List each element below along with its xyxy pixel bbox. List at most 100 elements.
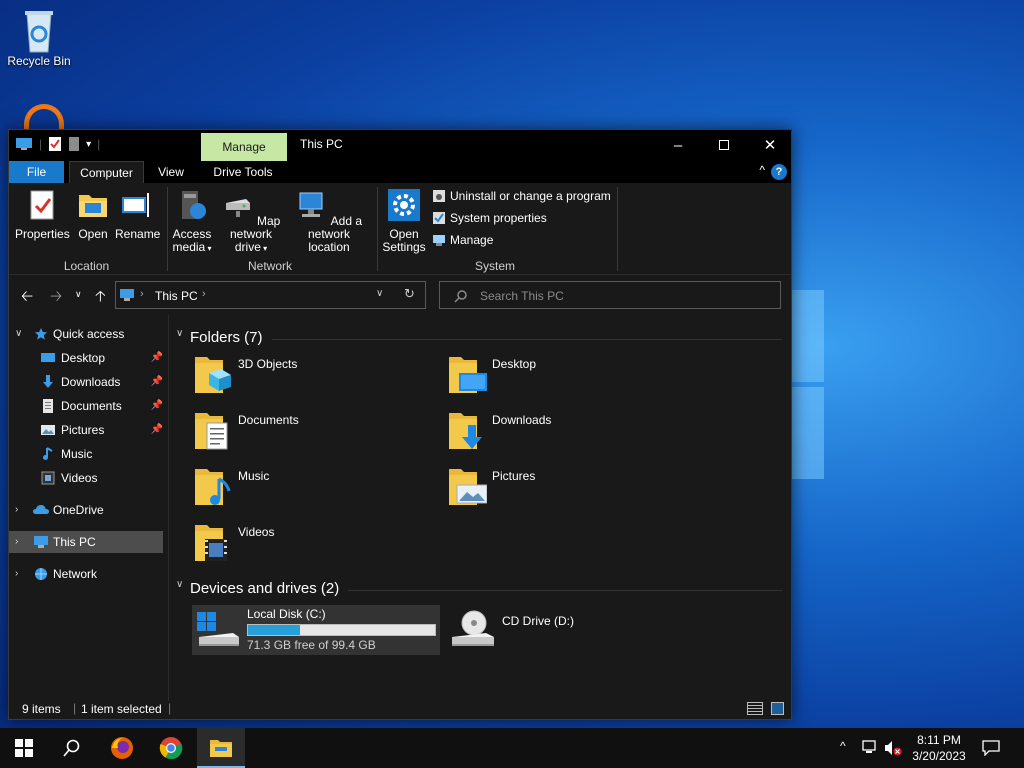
cd-drive-icon: [452, 610, 494, 646]
breadcrumb-separator-icon: ›: [140, 288, 144, 300]
add-network-location-button[interactable]: Add a network location: [289, 189, 369, 254]
large-icons-view-icon[interactable]: [771, 702, 784, 715]
tab-manage[interactable]: Manage: [201, 133, 287, 161]
system-properties-button[interactable]: System properties: [432, 211, 547, 225]
tab-computer[interactable]: Computer: [69, 161, 144, 183]
properties-button[interactable]: Properties: [15, 189, 70, 241]
drives-header[interactable]: Devices and drives (2): [190, 580, 339, 597]
this-pc-icon[interactable]: [15, 137, 33, 151]
network-status-icon[interactable]: [862, 740, 880, 756]
drive-c[interactable]: Local Disk (C:) 71.3 GB free of 99.4 GB: [192, 605, 440, 655]
folders-collapse-icon[interactable]: ∨: [176, 328, 183, 339]
clock[interactable]: 8:11 PM 3/20/2023: [904, 732, 974, 764]
nav-label: Desktop: [61, 351, 106, 365]
firefox-button[interactable]: [98, 728, 146, 768]
recent-locations-button[interactable]: ∨: [75, 289, 82, 300]
status-divider: |: [168, 701, 172, 715]
folder-videos[interactable]: Videos: [193, 521, 433, 571]
tab-view[interactable]: View: [149, 161, 193, 183]
expand-chevron-icon[interactable]: ∨: [15, 323, 22, 345]
search-button[interactable]: [48, 728, 96, 768]
open-settings-button[interactable]: Open Settings: [381, 189, 427, 254]
taskbar: ^ 8:11 PM 3/20/2023: [0, 728, 1024, 768]
nav-onedrive[interactable]: › OneDrive: [9, 499, 169, 521]
windows-drive-icon: [197, 612, 239, 646]
desktop-app-icon[interactable]: [24, 104, 64, 130]
address-bar[interactable]: › This PC › ∨ ↻: [115, 281, 426, 309]
new-folder-qat-icon[interactable]: [68, 136, 80, 152]
rename-button[interactable]: Rename: [115, 189, 160, 241]
folder-desktop[interactable]: Desktop: [447, 353, 687, 403]
expand-chevron-icon[interactable]: ›: [15, 499, 18, 521]
nav-label: OneDrive: [53, 503, 104, 517]
nav-pictures[interactable]: Pictures 📌: [9, 419, 169, 441]
folders-header[interactable]: Folders (7): [190, 329, 263, 346]
forward-button[interactable]: 🡢: [50, 286, 62, 311]
expand-chevron-icon[interactable]: ›: [15, 531, 18, 553]
address-history-chevron-icon[interactable]: ∨: [376, 288, 383, 299]
folder-documents-icon: [195, 413, 228, 450]
drives-collapse-icon[interactable]: ∨: [176, 579, 183, 590]
document-icon: [43, 399, 53, 413]
section-divider: [348, 590, 782, 591]
folder-downloads-icon: [449, 413, 482, 449]
volume-muted-icon[interactable]: [884, 740, 902, 756]
open-button[interactable]: Open: [73, 189, 113, 241]
expand-chevron-icon[interactable]: ›: [15, 563, 18, 585]
action-center-icon[interactable]: [982, 740, 1000, 756]
uninstall-label: Uninstall or change a program: [450, 189, 611, 203]
show-hidden-icons-icon[interactable]: ^: [840, 739, 846, 753]
drive-d[interactable]: CD Drive (D:): [447, 605, 695, 655]
back-button[interactable]: 🡠: [21, 286, 33, 311]
access-media-button[interactable]: Access media ▾: [171, 189, 213, 255]
up-button[interactable]: 🡡: [95, 286, 106, 311]
properties-qat-icon[interactable]: [48, 136, 62, 152]
drive-c-usage-bar: [247, 624, 436, 636]
tab-drive-tools[interactable]: Drive Tools: [202, 161, 284, 183]
maximize-button[interactable]: [701, 130, 747, 161]
nav-desktop[interactable]: Desktop 📌: [9, 347, 169, 369]
customize-qat-icon[interactable]: ▾: [86, 139, 91, 150]
star-icon: [35, 328, 47, 340]
map-network-drive-button[interactable]: Map network drive ▾: [215, 189, 287, 255]
window-title: This PC: [300, 137, 343, 151]
open-folder-icon: [79, 195, 107, 217]
folder-music[interactable]: Music: [193, 465, 433, 515]
nav-videos[interactable]: Videos: [9, 467, 169, 489]
uninstall-program-button[interactable]: Uninstall or change a program: [432, 189, 611, 203]
folder-label: Desktop: [492, 357, 537, 371]
folder-pictures[interactable]: Pictures: [447, 465, 687, 515]
download-arrow-icon: [43, 375, 53, 388]
access-media-label-2: media: [172, 240, 206, 254]
close-button[interactable]: ✕: [747, 130, 793, 161]
ribbon-separator: [167, 187, 168, 271]
tab-file[interactable]: File: [9, 161, 64, 183]
recycle-bin[interactable]: Recycle Bin: [4, 6, 74, 68]
file-explorer-taskbar-button[interactable]: [197, 728, 245, 768]
nav-label: Music: [61, 447, 93, 461]
nav-this-pc[interactable]: › This PC: [9, 531, 163, 553]
folder-documents[interactable]: Documents: [193, 409, 433, 459]
folder-downloads[interactable]: Downloads: [447, 409, 687, 459]
breadcrumb-this-pc[interactable]: This PC: [155, 289, 198, 303]
nav-network[interactable]: › Network: [9, 563, 169, 585]
chrome-button[interactable]: [147, 728, 195, 768]
minimize-button[interactable]: –: [655, 130, 701, 161]
access-media-icon: [182, 191, 206, 219]
help-icon[interactable]: ?: [771, 164, 787, 180]
start-button[interactable]: [0, 728, 48, 768]
details-view-icon[interactable]: [747, 702, 763, 715]
search-placeholder: Search This PC: [480, 289, 564, 303]
search-box[interactable]: Search This PC: [439, 281, 781, 309]
collapse-ribbon-icon[interactable]: ^: [759, 163, 765, 177]
pin-icon: 📌: [150, 424, 163, 435]
nav-downloads[interactable]: Downloads 📌: [9, 371, 169, 393]
nav-label: Videos: [61, 471, 98, 485]
refresh-icon[interactable]: ↻: [404, 286, 415, 302]
manage-button[interactable]: Manage: [432, 233, 493, 247]
nav-music[interactable]: Music: [9, 443, 169, 465]
nav-documents[interactable]: Documents 📌: [9, 395, 169, 417]
folder-3d-objects[interactable]: 3D Objects: [193, 353, 433, 403]
nav-quick-access[interactable]: ∨ Quick access: [9, 323, 169, 345]
videos-icon: [41, 471, 55, 485]
